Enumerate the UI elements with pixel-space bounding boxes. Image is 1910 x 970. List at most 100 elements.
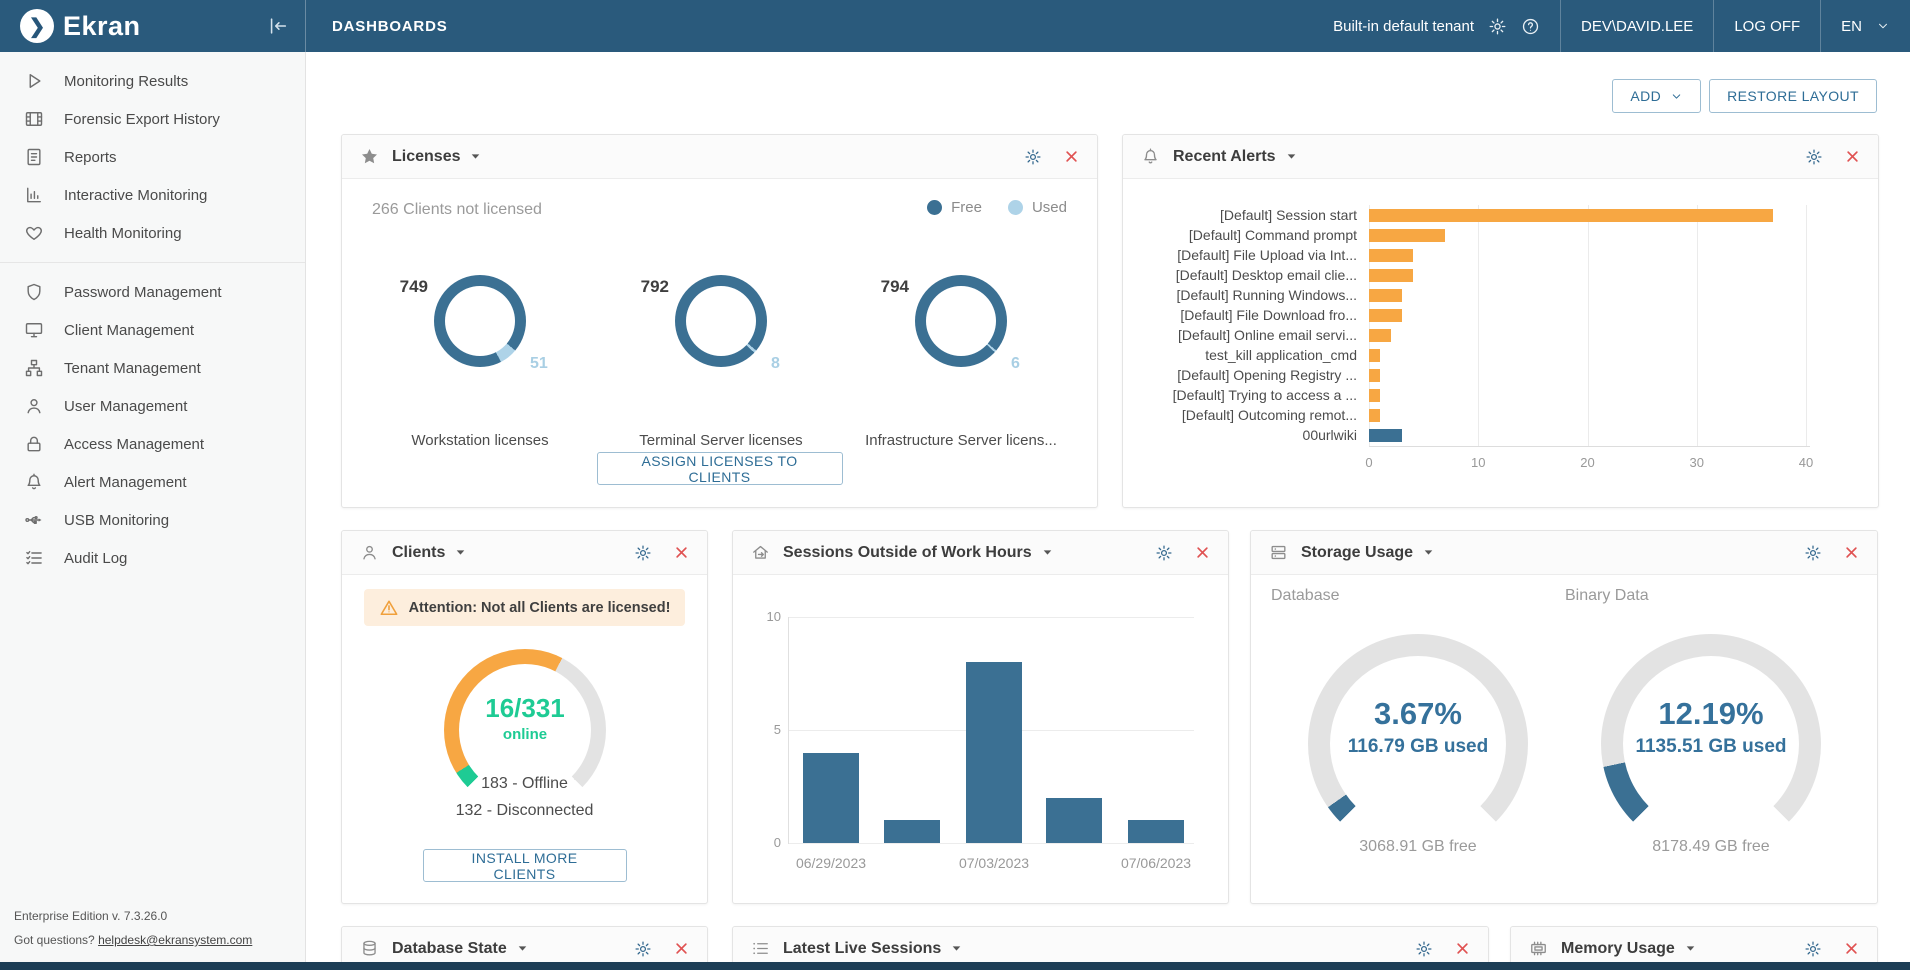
x-tick-label: 07/06/2023 [1101,855,1211,871]
recent-alerts-title-dropdown[interactable]: Recent Alerts [1173,148,1298,166]
help-icon[interactable] [1521,17,1540,36]
current-user[interactable]: DEV\DAVID.LEE [1581,18,1693,35]
sidebar-item-interactive-monitoring[interactable]: Interactive Monitoring [0,176,305,214]
storage-title-dropdown[interactable]: Storage Usage [1301,544,1435,562]
database-state-widget-header: Database State [342,927,707,962]
storage-binary-label: Binary Data [1565,587,1649,605]
sidebar-item-tenant-management[interactable]: Tenant Management [0,349,305,387]
install-more-clients-button[interactable]: INSTALL MORE CLIENTS [423,849,627,882]
language-section[interactable]: EN [1820,0,1910,52]
sidebar-item-password-management[interactable]: Password Management [0,273,305,311]
usb-icon [24,510,44,530]
widget-close-icon[interactable] [1845,149,1860,164]
alert-label: [Default] Running Windows... [1123,287,1363,303]
clients-title-dropdown[interactable]: Clients [392,544,467,562]
sidebar-item-forensic-export-history[interactable]: Forensic Export History [0,100,305,138]
latest-live-sessions-title-dropdown[interactable]: Latest Live Sessions [783,940,963,958]
alert-label: test_kill application_cmd [1123,347,1363,363]
memory-usage-widget: Memory Usage [1510,926,1878,962]
alert-label: [Default] Session start [1123,207,1363,223]
sidebar-item-reports[interactable]: Reports [0,138,305,176]
sidebar-item-access-management[interactable]: Access Management [0,425,305,463]
play-icon [24,71,44,91]
alert-bar [1369,309,1402,322]
license-warning-banner: Attention: Not all Clients are licensed! [364,589,685,626]
restore-layout-button[interactable]: RESTORE LAYOUT [1709,79,1877,113]
tenant-settings-gear-icon[interactable] [1488,17,1507,36]
widget-close-icon[interactable] [1064,149,1079,164]
sidebar-footer: Enterprise Edition v. 7.3.26.0 Got quest… [14,904,252,952]
sessions-widget-header: Sessions Outside of Work Hours [733,531,1228,575]
storage-db-label: Database [1271,587,1340,605]
license-donut-1: 74951Workstation licenses [370,253,590,449]
alert-bar [1369,269,1413,282]
header-bar: ❯ Ekran DASHBOARDS Built-in default tena… [0,0,1910,52]
license-type-label: Infrastructure Server licens... [851,432,1071,449]
user-section[interactable]: DEV\DAVID.LEE [1560,0,1713,52]
log-off-button[interactable]: LOG OFF [1734,18,1800,35]
gridline [788,617,1194,618]
widget-settings-gear-icon[interactable] [1415,940,1433,958]
assign-licenses-button[interactable]: ASSIGN LICENSES TO CLIENTS [597,452,843,485]
sidebar-item-audit-log[interactable]: Audit Log [0,539,305,577]
sidebar-item-label: Interactive Monitoring [64,187,207,204]
sidebar-item-label: User Management [64,398,187,415]
sessions-title-dropdown[interactable]: Sessions Outside of Work Hours [783,544,1054,562]
add-widget-button[interactable]: ADD [1612,79,1701,113]
language-selector[interactable]: EN [1841,18,1862,35]
widget-settings-gear-icon[interactable] [1804,544,1822,562]
binary-usage-percent: 12.19% [1601,696,1821,732]
monitor-icon [24,320,44,340]
widget-settings-gear-icon[interactable] [1805,148,1823,166]
widget-settings-gear-icon[interactable] [1155,544,1173,562]
sidebar-item-label: Reports [64,149,117,166]
database-state-title-dropdown[interactable]: Database State [392,940,529,958]
widget-close-icon[interactable] [1844,941,1859,956]
sidebar-item-usb-monitoring[interactable]: USB Monitoring [0,501,305,539]
storage-widget: Storage Usage Database Binary Data 3.67%… [1250,530,1878,904]
collapse-sidebar-icon[interactable] [267,15,289,37]
alert-bar [1369,429,1402,442]
chevron-down-icon [454,546,467,559]
clients-widget-header: Clients [342,531,707,575]
license-donut-2: 7928Terminal Server licenses [611,253,831,449]
nav-dashboards[interactable]: DASHBOARDS [306,0,448,52]
sidebar-item-health-monitoring[interactable]: Health Monitoring [0,214,305,252]
alert-row: [Default] File Upload via Int... [1123,245,1878,265]
widget-settings-gear-icon[interactable] [634,544,652,562]
x-tick-label: 30 [1682,455,1712,470]
licenses-title-dropdown[interactable]: Licenses [392,148,482,166]
heart-icon [24,223,44,243]
sidebar-item-label: Audit Log [64,550,127,567]
sidebar-item-alert-management[interactable]: Alert Management [0,463,305,501]
widget-close-icon[interactable] [674,545,689,560]
logoff-section[interactable]: LOG OFF [1713,0,1820,52]
legend-free: Free [927,199,982,216]
session-bar [966,662,1022,843]
clients-online-ratio: 16/331 [444,693,606,724]
sidebar-item-monitoring-results[interactable]: Monitoring Results [0,62,305,100]
sidebar-item-client-management[interactable]: Client Management [0,311,305,349]
free-dot-icon [927,200,942,215]
storage-widget-header: Storage Usage [1251,531,1877,575]
binary-usage-gauge: 12.19% 1135.51 GB used [1601,634,1821,854]
widget-close-icon[interactable] [674,941,689,956]
chevron-down-icon [1041,546,1054,559]
alert-bar [1369,349,1380,362]
helpdesk-link[interactable]: helpdesk@ekransystem.com [98,933,252,947]
lock-icon [24,434,44,454]
film-icon [24,109,44,129]
memory-usage-title-dropdown[interactable]: Memory Usage [1561,940,1697,958]
used-count: 8 [771,355,780,373]
sidebar-item-user-management[interactable]: User Management [0,387,305,425]
y-tick-label: 10 [751,609,781,624]
user-icon [24,396,44,416]
widget-settings-gear-icon[interactable] [1024,148,1042,166]
alert-row: [Default] Running Windows... [1123,285,1878,305]
widget-close-icon[interactable] [1455,941,1470,956]
widget-settings-gear-icon[interactable] [634,940,652,958]
widget-close-icon[interactable] [1844,545,1859,560]
widget-settings-gear-icon[interactable] [1804,940,1822,958]
widget-close-icon[interactable] [1195,545,1210,560]
sidebar-item-label: Health Monitoring [64,225,182,242]
